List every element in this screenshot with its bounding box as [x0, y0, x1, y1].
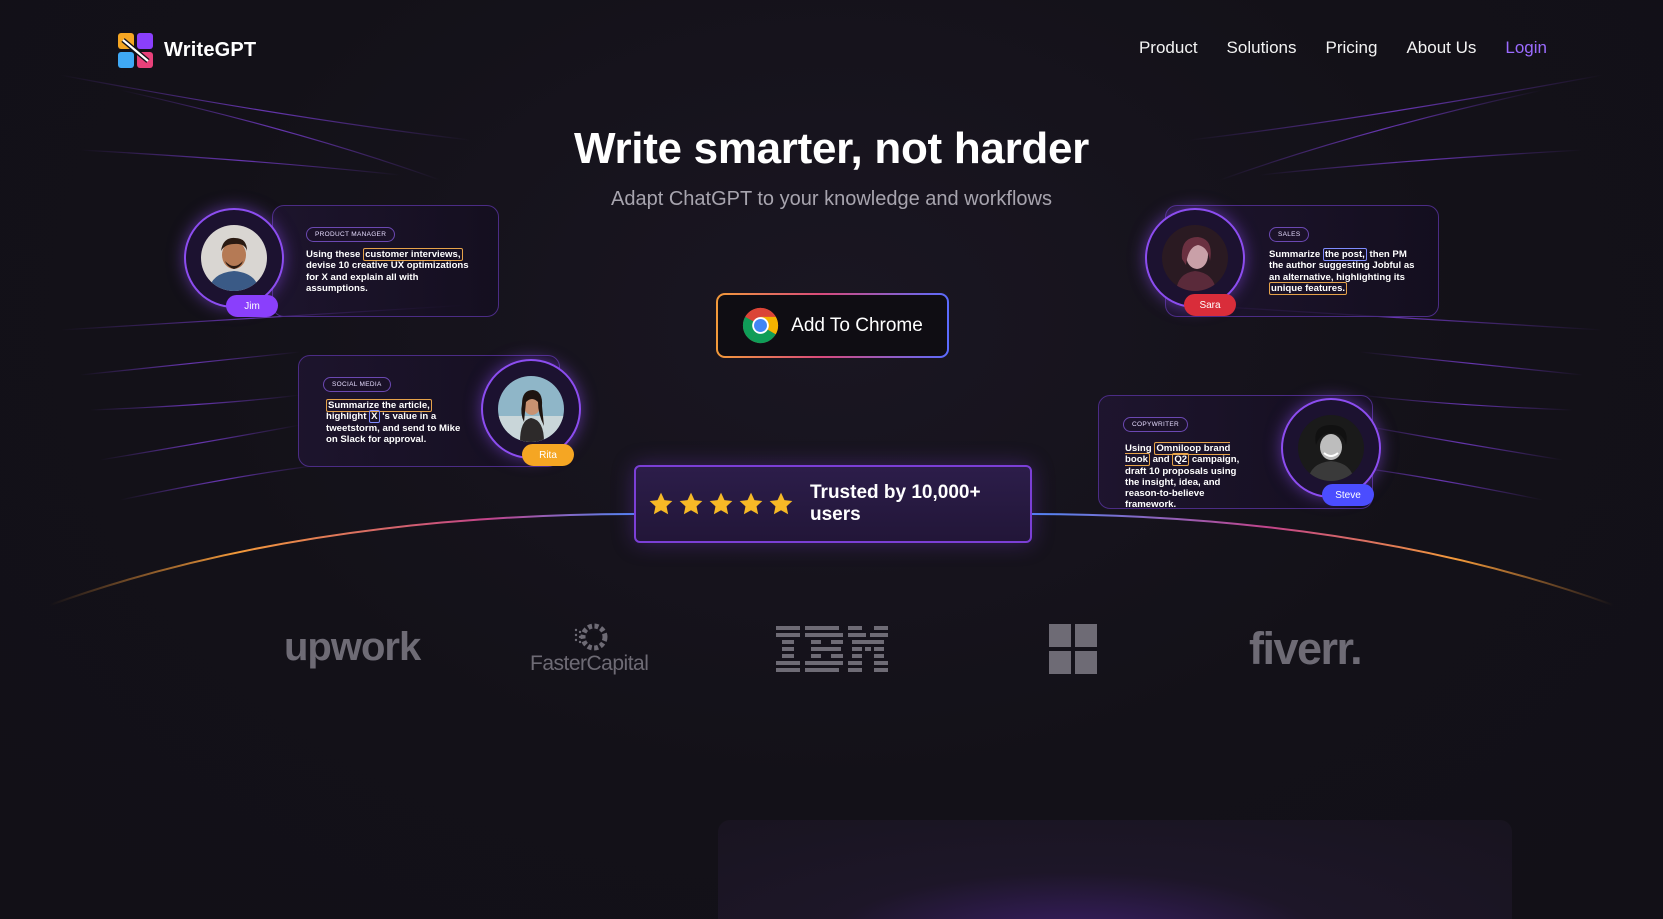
faster-capital-gear-icon: [574, 623, 608, 651]
nav-login[interactable]: Login: [1505, 38, 1547, 58]
card-text-part: devise 10 creative UX optimizations for …: [306, 260, 469, 294]
chrome-icon: [743, 307, 779, 344]
star-icon: [739, 492, 763, 515]
name-pill-rita: Rita: [522, 444, 574, 466]
card-tag: COPYWRITER: [1123, 417, 1189, 432]
card-text-part: Using these: [306, 249, 361, 260]
card-tag: PRODUCT MANAGER: [306, 227, 396, 242]
name-pill-jim: Jim: [226, 295, 278, 317]
person-avatar-icon: [1162, 225, 1228, 291]
star-icon: [679, 492, 703, 515]
card-highlight: Q2: [1172, 453, 1190, 467]
star-icon: [709, 492, 733, 515]
avatar-photo: [1298, 415, 1364, 481]
person-avatar-icon: [1298, 415, 1364, 481]
faster-capital-logo: FasterCapital: [530, 652, 649, 675]
trusted-text: Trusted by 10,000+ users: [810, 482, 981, 525]
avatar-photo: [201, 225, 267, 291]
prompt-card-jim: PRODUCT MANAGER Using these customer int…: [272, 205, 499, 317]
card-text-part: highlight: [326, 411, 367, 423]
nav-about-us[interactable]: About Us: [1406, 38, 1476, 58]
avatar-jim: [184, 208, 284, 308]
windows-logo-icon: [1049, 624, 1097, 674]
trusted-badge: Trusted by 10,000+ users: [634, 465, 1032, 543]
name-pill-sara: Sara: [1184, 294, 1236, 316]
nav-solutions[interactable]: Solutions: [1227, 38, 1297, 58]
upwork-logo: upwork: [284, 625, 421, 669]
add-to-chrome-label: Add To Chrome: [791, 314, 923, 336]
rating-stars: [648, 491, 794, 517]
card-highlight: customer interviews,: [363, 248, 463, 261]
landing-page: WriteGPT Product Solutions Pricing About…: [0, 0, 1663, 919]
writegpt-logo-icon: [118, 33, 153, 68]
avatar-steve: [1281, 398, 1381, 498]
fiverr-logo: fiverr.: [1249, 623, 1363, 674]
ibm-logo-icon: [776, 626, 888, 672]
preview-panel: [718, 820, 1512, 919]
name-pill-steve: Steve: [1322, 484, 1374, 506]
star-icon: [649, 492, 673, 515]
nav-pricing[interactable]: Pricing: [1325, 38, 1377, 58]
card-text: Using these customer interviews, devise …: [306, 248, 481, 294]
card-text: Summarize the article, highlight X 's va…: [326, 399, 466, 445]
nav-product[interactable]: Product: [1139, 38, 1198, 58]
avatar-photo: [498, 376, 564, 442]
hero-title: Write smarter, not harder: [574, 124, 1089, 173]
avatar-sara: [1145, 208, 1245, 308]
brand-logo[interactable]: WriteGPT: [117, 32, 256, 69]
add-to-chrome-button[interactable]: Add To Chrome: [716, 293, 949, 358]
person-avatar-icon: [498, 376, 564, 442]
brand-name: WriteGPT: [164, 39, 257, 61]
person-avatar-icon: [201, 225, 267, 291]
top-nav: Product Solutions Pricing About Us Login: [1139, 38, 1547, 58]
star-icon: [769, 492, 793, 515]
card-text: Summarize the post, then PM the author s…: [1269, 248, 1419, 295]
card-text-part: and: [1152, 454, 1170, 466]
card-highlight: X: [369, 410, 380, 424]
add-to-chrome-inner: Add To Chrome: [718, 295, 947, 356]
card-text-part: Summarize: [1269, 249, 1321, 260]
card-highlight: unique features.: [1269, 281, 1348, 295]
card-highlight: the post,: [1322, 248, 1367, 261]
card-tag: SOCIAL MEDIA: [323, 377, 391, 392]
card-text: Using Omniloop brand book and Q2 campaig…: [1125, 442, 1250, 511]
card-tag: SALES: [1269, 227, 1310, 242]
avatar-photo: [1162, 225, 1228, 291]
